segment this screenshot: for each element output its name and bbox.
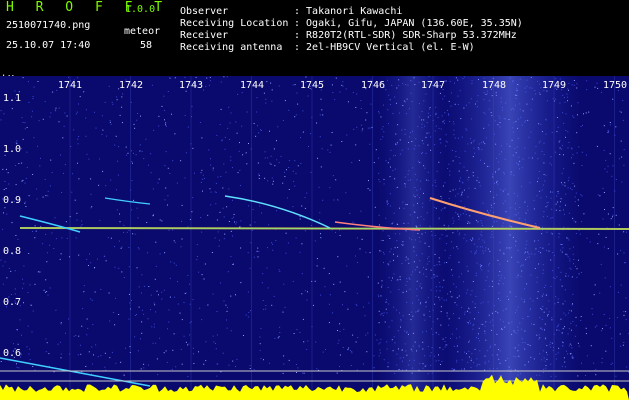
x-tick-label: 1748 bbox=[482, 80, 507, 91]
x-tick-label: 1745 bbox=[300, 80, 325, 91]
x-tick-label: 1747 bbox=[421, 80, 446, 91]
x-tick-label: 1746 bbox=[361, 80, 386, 91]
x-tick-label: 1749 bbox=[542, 80, 567, 91]
info-label-location: Receiving Location bbox=[180, 18, 289, 29]
info-value-receiver: : R820T2(RTL-SDR) SDR-Sharp 53.372MHz bbox=[294, 30, 517, 41]
info-label-antenna: Receiving antenna bbox=[180, 42, 283, 53]
file-name: 2510071740.png bbox=[6, 20, 91, 31]
info-value-antenna: : 2el-HB9CV Vertical (el. E-W) bbox=[294, 42, 475, 53]
x-tick-label: 1743 bbox=[179, 80, 204, 91]
y-tick-label: 0.8 bbox=[3, 246, 22, 257]
y-tick-label: 0.6 bbox=[3, 348, 22, 359]
info-value-location: : Ogaki, Gifu, JAPAN (136.60E, 35.35N) bbox=[294, 18, 523, 29]
x-tick-label: 1742 bbox=[119, 80, 144, 91]
x-tick-label: 1741 bbox=[58, 80, 83, 91]
y-tick-label: 0.7 bbox=[3, 297, 22, 308]
info-label-observer: Observer bbox=[180, 6, 229, 17]
interference-band-1 bbox=[378, 76, 448, 400]
x-tick-label: 1750 bbox=[603, 80, 628, 91]
info-label-receiver: Receiver bbox=[180, 30, 229, 41]
y-tick-label: 0.9 bbox=[3, 195, 22, 206]
date-time: 25.10.07 17:40 bbox=[6, 40, 91, 51]
spectrogram bbox=[0, 76, 629, 400]
hroft-window: H R O F F T 1.0.0 2510071740.png 25.10.0… bbox=[0, 0, 629, 400]
meteor-count: 58 bbox=[140, 40, 153, 51]
app-version: 1.0.0 bbox=[125, 4, 156, 15]
info-value-observer: : Takanori Kawachi bbox=[294, 6, 403, 17]
meteor-label: meteor bbox=[124, 26, 161, 37]
y-tick-label: 1.1 bbox=[3, 93, 22, 104]
interference-band-2 bbox=[440, 76, 580, 400]
x-tick-label: 1744 bbox=[240, 80, 265, 91]
y-tick-label: 1.0 bbox=[3, 144, 22, 155]
